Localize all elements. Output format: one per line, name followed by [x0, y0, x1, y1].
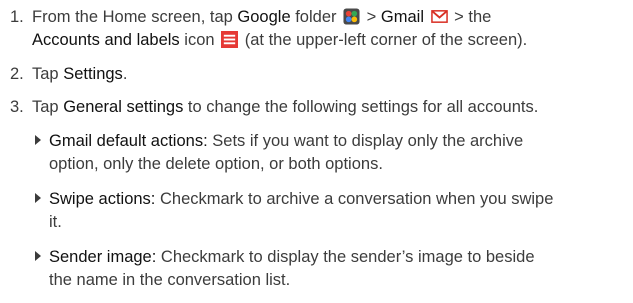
accounts-labels-menu-icon [221, 31, 239, 48]
bullet-text: the name in the conversation list. [49, 271, 291, 289]
bullet-3-line-2: the name in the conversation list. [49, 269, 290, 292]
step-text: From the Home screen, tap [32, 8, 238, 26]
instructions-document: 1. From the Home screen, tap Google folde… [0, 0, 633, 303]
general-settings-label: General settings [63, 98, 184, 116]
bullet-text: Sets if you want to display only the arc… [207, 132, 524, 150]
step-text: > [362, 8, 381, 26]
step-number: 1. [10, 8, 24, 26]
gmail-label: Gmail [380, 8, 424, 26]
step-text: Tap [32, 65, 64, 83]
step-text: . [122, 65, 128, 83]
step-text: folder [290, 8, 337, 26]
bullet-1-line-2: option, only the delete option, or both … [49, 153, 383, 176]
step-text: icon [179, 31, 215, 49]
bullet-term: Sender image: [49, 248, 157, 266]
bullet-text: Checkmark to display the sender’s image … [156, 248, 535, 266]
step-1-line-2: Accounts and labels icon (at the upper-l… [32, 29, 527, 52]
accounts-and-labels-label: Accounts and labels [32, 31, 180, 49]
bullet-term: Swipe actions: [49, 190, 156, 208]
bullet-2-line-2: it. [49, 211, 62, 234]
step-text: to change the following settings for all… [183, 98, 539, 116]
bullet-arrow-icon [35, 193, 41, 203]
bullet-1-line-1: Gmail default actions: Sets if you want … [35, 130, 523, 153]
bullet-arrow-icon [35, 135, 41, 145]
step-2: 2. Tap Settings. [10, 63, 127, 86]
google-folder-icon [343, 8, 360, 25]
step-text: Tap [32, 98, 64, 116]
step-text: (at the upper-left corner of the screen)… [240, 31, 528, 49]
bullet-3-line-1: Sender image: Checkmark to display the s… [35, 246, 535, 269]
bullet-arrow-icon [35, 251, 41, 261]
step-text: > the [449, 8, 492, 26]
google-label: Google [237, 8, 291, 26]
step-number: 3. [10, 98, 24, 116]
bullet-2-line-1: Swipe actions: Checkmark to archive a co… [35, 188, 553, 211]
gmail-icon [430, 10, 448, 23]
bullet-text: Checkmark to archive a conversation when… [155, 190, 554, 208]
step-1-line-1: 1. From the Home screen, tap Google folde… [10, 6, 491, 29]
step-number: 2. [10, 65, 24, 83]
bullet-text: it. [49, 213, 62, 231]
step-3: 3. Tap General settings to change the fol… [10, 96, 538, 119]
bullet-term: Gmail default actions: [49, 132, 208, 150]
bullet-text: option, only the delete option, or both … [49, 155, 383, 173]
settings-label: Settings [63, 65, 123, 83]
